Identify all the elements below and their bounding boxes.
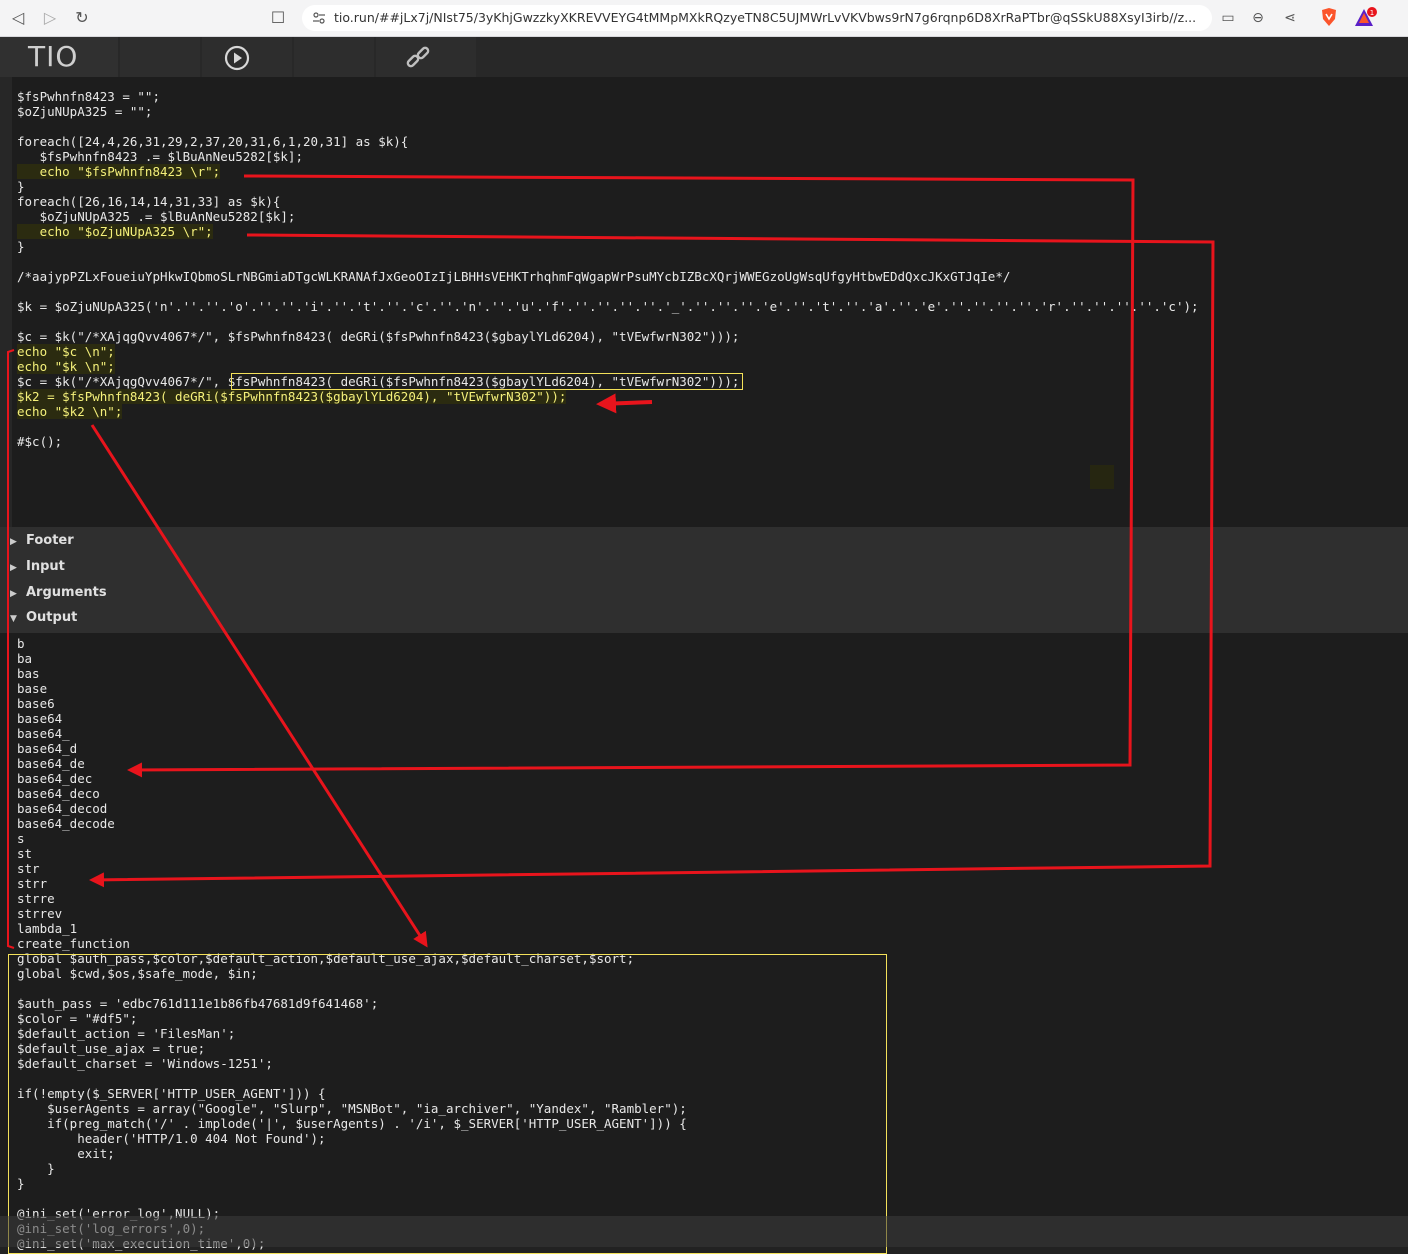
- section-label: Output: [26, 610, 78, 625]
- output-line: base64_deco: [17, 786, 100, 801]
- back-icon[interactable]: ◁: [8, 8, 28, 28]
- code-line-highlighted: echo "$c \n";: [17, 344, 115, 359]
- forward-icon[interactable]: ▷: [40, 8, 60, 28]
- run-button[interactable]: [202, 37, 292, 77]
- output-line: ba: [17, 651, 33, 666]
- output-line: s: [17, 831, 25, 846]
- code-line: }: [17, 179, 25, 194]
- section-output[interactable]: ▼ Output: [10, 608, 77, 628]
- share-icon[interactable]: ⋖: [1280, 8, 1300, 28]
- tio-home[interactable]: TIO: [0, 37, 118, 77]
- code-line-highlighted: echo "$fsPwhnfn8423 \r";: [17, 164, 221, 179]
- output-line: base64: [17, 711, 63, 726]
- output-line: b: [17, 636, 25, 651]
- output-line: base64_de: [17, 756, 85, 771]
- address-bar[interactable]: tio.run/##jLx7j/NIst75/3yKhjGwzzkyXKREVV…: [302, 5, 1212, 31]
- output-line: create_function: [17, 936, 130, 951]
- browser-toolbar: ◁ ▷ ↻ ☐ tio.run/##jLx7j/NIst75/3yKhjGwzz…: [0, 0, 1408, 37]
- output-line: base64_d: [17, 741, 78, 756]
- expand-icon: ▶: [10, 589, 17, 599]
- tio-blank-cell-2: [294, 37, 374, 77]
- output-line: strre: [17, 891, 55, 906]
- tio-toolbar: TIO: [0, 37, 1408, 77]
- output-line: str: [17, 861, 40, 876]
- reload-icon[interactable]: ↻: [72, 8, 92, 28]
- code-line-highlighted: echo "$k \n";: [17, 359, 115, 374]
- url-text: tio.run/##jLx7j/NIst75/3yKhjGwzzkyXKREVV…: [334, 10, 1197, 25]
- output-line: st: [17, 846, 33, 861]
- code-line: $c = $k("/*XAjqgQvv4067*/", $fsPwhnfn842…: [17, 374, 740, 389]
- svg-text:1: 1: [1370, 9, 1374, 17]
- section-label: Arguments: [26, 585, 107, 600]
- collapse-icon: ▼: [10, 614, 17, 624]
- brave-rewards-icon[interactable]: 1: [1354, 7, 1378, 29]
- code-line-highlighted: $k2 = $fsPwhnfn8423( deGRi($fsPwhnfn8423…: [17, 389, 567, 404]
- tio-sections: ▶ Footer ▶ Input ▶ Arguments ▼ Output: [0, 527, 1408, 633]
- zoom-icon[interactable]: ⊖: [1248, 8, 1268, 28]
- brave-shield-icon[interactable]: [1320, 7, 1338, 27]
- code-line: $fsPwhnfn8423 = "";: [17, 89, 160, 104]
- section-input[interactable]: ▶ Input: [10, 557, 65, 577]
- output-line: lambda_1: [17, 921, 78, 936]
- expand-icon: ▶: [10, 537, 17, 547]
- code-line: foreach([24,4,26,31,29,2,37,20,31,6,1,20…: [17, 134, 409, 149]
- bookmark-icon[interactable]: ☐: [268, 8, 288, 28]
- code-line: $oZjuNUpA325 .= $lBuAnNeu5282[$k];: [17, 209, 296, 224]
- highlight-box-output: [8, 954, 887, 1254]
- code-comment: /*aajypPZLxFoueiuYpHkwIQbmoSLrNBGmiaDTgc…: [17, 269, 1011, 284]
- section-footer[interactable]: ▶ Footer: [10, 531, 74, 551]
- site-settings-icon[interactable]: [312, 11, 326, 25]
- tio-logo: TIO: [28, 40, 79, 73]
- output-line: base64_dec: [17, 771, 93, 786]
- cursor-block: [1090, 465, 1114, 489]
- section-label: Footer: [26, 533, 74, 548]
- output-fade: [0, 1216, 1408, 1247]
- cast-icon[interactable]: ▭: [1218, 8, 1238, 28]
- section-label: Input: [26, 559, 65, 574]
- output-line: base: [17, 681, 48, 696]
- code-line: #$c();: [17, 434, 63, 449]
- code-line: }: [17, 239, 25, 254]
- tio-blank-cell: [120, 37, 200, 77]
- code-line: foreach([26,16,14,14,31,33] as $k){: [17, 194, 281, 209]
- output-line: base64_decod: [17, 801, 108, 816]
- output-line: bas: [17, 666, 40, 681]
- code-line: $c = $k("/*XAjqgQvv4067*/", $fsPwhnfn842…: [17, 329, 740, 344]
- code-line: $k = $oZjuNUpA325('n'.''.''.'o'.''.''.'i…: [17, 299, 1199, 314]
- code-line: $fsPwhnfn8423 .= $lBuAnNeu5282[$k];: [17, 149, 303, 164]
- output-line: strr: [17, 876, 48, 891]
- section-arguments[interactable]: ▶ Arguments: [10, 583, 107, 603]
- code-line: $oZjuNUpA325 = "";: [17, 104, 153, 119]
- output-line: base6: [17, 696, 55, 711]
- permalink-button[interactable]: [376, 37, 476, 77]
- output-line: strrev: [17, 906, 63, 921]
- play-icon: [224, 45, 250, 71]
- link-icon: [406, 46, 430, 68]
- expand-icon: ▶: [10, 563, 17, 573]
- code-line-highlighted: echo "$oZjuNUpA325 \r";: [17, 224, 213, 239]
- code-line-highlighted: echo "$k2 \n";: [17, 404, 123, 419]
- output-line: base64_: [17, 726, 70, 741]
- output-line: base64_decode: [17, 816, 115, 831]
- code-gutter: [0, 77, 12, 527]
